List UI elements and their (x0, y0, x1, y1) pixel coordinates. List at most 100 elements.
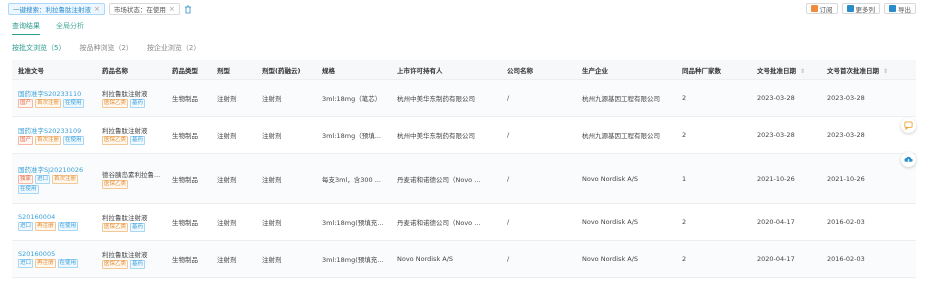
column-header-label: 文号首次批准日期 (827, 66, 879, 75)
cell-text: 注射剂 (262, 256, 282, 264)
column-header-label: 规格 (322, 66, 335, 75)
cell-text: 杭州中美华东制药有限公司 (397, 95, 475, 103)
results-table: 批准文号 药品名称 药品类型 剂型 剂型(药融云) 规格 上市许可持有人 公司名称 生产企业 同品… (12, 60, 916, 278)
cell-type: 生物制品 (172, 174, 217, 184)
cell-company: / (507, 255, 582, 263)
cell-text: / (507, 218, 510, 226)
column-header[interactable]: 文号首次批准日期 ⇕ (827, 65, 906, 75)
cell-approval[interactable]: 国药准字S20233109 国产 首次注册 在使用 (12, 125, 102, 145)
cell-text: 2020-04-17 (757, 218, 795, 226)
cell-count: 2 (682, 255, 757, 263)
subscribe-button[interactable]: 订阅 (805, 3, 838, 14)
more-columns-button[interactable]: 更多列 (841, 3, 880, 14)
cell-form: 注射剂 (217, 254, 262, 264)
cell-company: / (507, 94, 582, 102)
table-header: 批准文号 药品名称 药品类型 剂型 剂型(药融云) 规格 上市许可持有人 公司名称 生产企业 同品… (12, 60, 916, 80)
cell-text: / (507, 255, 510, 263)
cell-text: 注射剂 (217, 219, 237, 227)
cell-text: 杭州九源基因工程有限公司 (582, 132, 660, 140)
cell-holder: 丹麦诺和诺德公司（Novo ... (397, 174, 507, 184)
cell-text: 杭州中美华东制药有限公司 (397, 132, 475, 140)
status-badge: 基药 (130, 260, 146, 269)
cell-date: 2021-10-26 (757, 175, 827, 183)
cell-form2: 注射剂 (262, 254, 322, 264)
export-button[interactable]: 导出 (884, 3, 916, 14)
cell-company: / (507, 175, 582, 183)
cell-holder: 丹麦诺和诺德公司（Novo ... (397, 217, 507, 227)
subtab-by-company[interactable]: 按企业浏览（2） (147, 43, 200, 53)
approval-link[interactable]: 国药准字S20233109 (18, 125, 98, 135)
tab-query-results[interactable]: 查询结果 (12, 21, 40, 35)
subtab-by-variety[interactable]: 按品种浏览（2） (79, 43, 132, 53)
trash-icon[interactable] (184, 4, 193, 14)
close-icon[interactable]: × (94, 5, 100, 13)
cell-drug: 利拉鲁肽注射液 医保乙类 基药 (102, 88, 172, 108)
column-header-label: 批准文号 (18, 66, 44, 75)
cell-text: 注射剂 (262, 175, 282, 184)
filter-chip-keyword[interactable]: 一键搜索：利拉鲁肽注射液 × (8, 3, 105, 15)
cell-text: 2020-04-17 (757, 255, 795, 263)
cell-first_date: 2023-03-28 (827, 131, 906, 139)
sort-icon[interactable]: ⇕ (883, 68, 888, 75)
cell-first_date: 2023-03-28 (827, 94, 906, 102)
column-header: 公司名称 (507, 65, 582, 75)
cell-text: 生物制品 (172, 175, 198, 184)
status-badge: 进口 (35, 174, 51, 184)
cell-text: 丹麦诺和诺德公司（Novo ... (397, 175, 481, 184)
status-badge: 国产 (18, 136, 34, 145)
toolbar: 订阅 更多列 导出 (805, 3, 916, 14)
cell-form: 注射剂 (217, 217, 262, 227)
sub-tabs: 按批文浏览（5） 按品种浏览（2） 按企业浏览（2） (12, 43, 200, 53)
table-row[interactable]: S20160004 进口 再注册 在使用 利拉鲁肽注射液 医保乙类 基药 生物制品 注射剂 注射剂… (12, 204, 916, 241)
filter-bar: 一键搜索：利拉鲁肽注射液 × 市场状态：在使用 × (8, 3, 193, 15)
cell-type: 生物制品 (172, 93, 217, 103)
approval-link[interactable]: S20160005 (18, 250, 98, 258)
cell-text: Novo Nordisk A/S (582, 255, 639, 263)
cell-drug: 德谷胰岛素利拉鲁... 医保乙类 (102, 169, 172, 189)
cell-count: 2 (682, 94, 757, 102)
column-header-label: 剂型(药融云) (262, 66, 301, 75)
approval-link[interactable]: 国药准字S20233110 (18, 88, 98, 98)
filter-chip-market-status[interactable]: 市场状态：在使用 × (108, 3, 180, 15)
cell-spec: 3ml:18mg(预填充... (322, 254, 397, 264)
approval-link[interactable]: 国药准字SJ20210026 (18, 164, 98, 174)
subtab-by-approval[interactable]: 按批文浏览（5） (12, 43, 65, 53)
cell-text: 利拉鲁肽注射液 (102, 214, 148, 222)
column-header[interactable]: 文号批准日期 ⇕ (757, 65, 827, 75)
status-badge: 在使用 (18, 184, 39, 194)
status-badge: 国产 (18, 99, 34, 108)
table-row[interactable]: 国药准字S20233110 国产 首次注册 在使用 利拉鲁肽注射液 医保乙类 基药 生物制品注… (12, 80, 916, 117)
cell-text: 生物制品 (172, 219, 198, 227)
approval-link[interactable]: S20160004 (18, 213, 98, 221)
cell-text: 2021-10-26 (827, 174, 865, 183)
cell-text: 3ml:18mg(预填充... (322, 219, 384, 227)
cell-approval[interactable]: S20160004 进口 再注册 在使用 (12, 213, 102, 231)
cell-date: 2023-03-28 (757, 131, 827, 139)
status-badge: 再注册 (35, 222, 56, 231)
cell-approval[interactable]: S20160005 进口 再注册 在使用 (12, 250, 102, 268)
feedback-button[interactable] (901, 118, 916, 133)
table-row[interactable]: S20160005 进口 再注册 在使用 利拉鲁肽注射液 医保乙类 基药 生物制品 注射剂 注射剂… (12, 241, 916, 278)
cell-text: Novo Nordisk A/S (582, 174, 639, 183)
tab-global-analysis[interactable]: 全局分析 (56, 21, 84, 35)
cell-drug: 利拉鲁肽注射液 医保乙类 基药 (102, 249, 172, 269)
upload-button[interactable] (901, 152, 916, 167)
table-row[interactable]: 国药准字S20233109 国产 首次注册 在使用 利拉鲁肽注射液 医保乙类 基药 生物制品注… (12, 117, 916, 154)
cell-text: 3ml:18mg(预填充... (322, 256, 384, 264)
cell-text: 德谷胰岛素利拉鲁... (102, 170, 161, 179)
cell-approval[interactable]: 国药准字SJ20210026 独家 进口 首次注册在使用 (12, 164, 102, 194)
table-row[interactable]: 国药准字SJ20210026 独家 进口 首次注册在使用 德谷胰岛素利拉鲁... 医保乙类… (12, 154, 916, 204)
sort-icon[interactable]: ⇕ (800, 68, 805, 75)
subscribe-icon (810, 5, 818, 12)
columns-icon (846, 5, 854, 12)
close-icon[interactable]: × (169, 5, 175, 13)
cell-text: 2 (682, 255, 687, 263)
cell-text: 1 (682, 174, 687, 183)
cell-text: 2021-10-26 (757, 174, 795, 183)
cell-text: / (507, 94, 510, 102)
status-badge: 进口 (18, 222, 34, 231)
export-label: 导出 (898, 5, 911, 14)
filter-chip-label: 市场状态：在使用 (113, 6, 166, 14)
column-header: 药品类型 (172, 65, 217, 75)
cell-approval[interactable]: 国药准字S20233110 国产 首次注册 在使用 (12, 88, 102, 108)
